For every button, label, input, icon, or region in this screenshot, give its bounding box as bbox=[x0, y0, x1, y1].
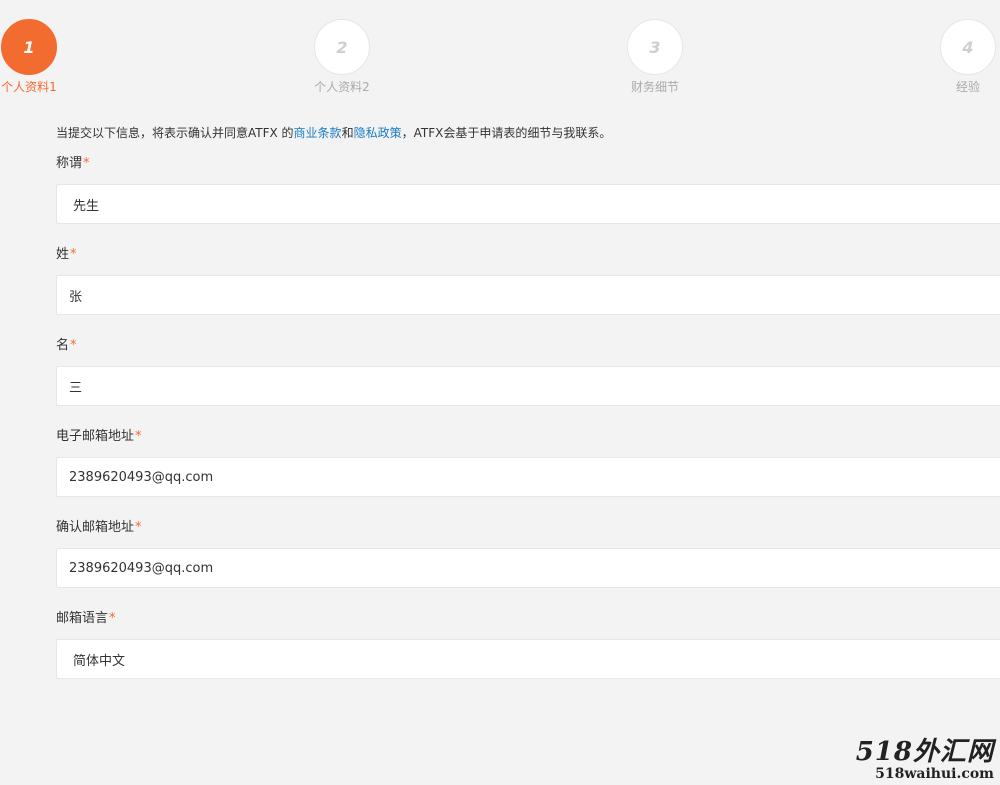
first-name-label: 名* bbox=[56, 337, 1000, 355]
required-marker: * bbox=[135, 520, 142, 535]
notice-suffix: ，ATFX会基于申请表的细节与我联系。 bbox=[401, 126, 612, 140]
step-4-circle: 4 bbox=[940, 19, 996, 75]
step-4[interactable]: 4 经验 bbox=[928, 19, 1000, 95]
last-name-field: 姓* 张 bbox=[56, 246, 1000, 315]
step-2[interactable]: 2 个人资料2 bbox=[302, 19, 382, 95]
email-language-select[interactable]: 简体中文 bbox=[56, 639, 1000, 679]
title-label-text: 称谓 bbox=[56, 156, 83, 171]
step-2-circle: 2 bbox=[314, 19, 370, 75]
email-label-text: 电子邮箱地址 bbox=[56, 429, 135, 444]
required-marker: * bbox=[135, 429, 142, 444]
required-marker: * bbox=[70, 338, 77, 353]
title-select[interactable]: 先生 bbox=[56, 184, 1000, 224]
privacy-link[interactable]: 隐私政策 bbox=[354, 126, 402, 140]
email-label: 电子邮箱地址* bbox=[56, 428, 1000, 446]
last-name-input[interactable]: 张 bbox=[56, 275, 1000, 315]
notice-conjunction: 和 bbox=[341, 126, 354, 140]
email-language-label: 邮箱语言* bbox=[56, 610, 1000, 628]
first-name-label-text: 名 bbox=[56, 338, 70, 353]
confirm-email-field: 确认邮箱地址* 2389620493@qq.com bbox=[56, 519, 1000, 588]
confirm-email-label: 确认邮箱地址* bbox=[56, 519, 1000, 537]
required-marker: * bbox=[109, 611, 116, 626]
step-4-label: 经验 bbox=[955, 80, 980, 94]
required-marker: * bbox=[70, 247, 77, 262]
required-marker: * bbox=[83, 156, 90, 171]
consent-notice: 当提交以下信息，将表示确认并同意ATFX 的商业条款和隐私政策，ATFX会基于申… bbox=[56, 124, 611, 141]
confirm-email-label-text: 确认邮箱地址 bbox=[56, 520, 135, 535]
notice-prefix: 当提交以下信息，将表示确认并同意ATFX 的 bbox=[56, 126, 294, 140]
last-name-label-text: 姓 bbox=[56, 247, 70, 262]
first-name-field: 名* 三 bbox=[56, 337, 1000, 406]
terms-link[interactable]: 商业条款 bbox=[294, 126, 342, 140]
watermark-logo-text: 518外汇网 bbox=[855, 737, 994, 767]
email-language-field: 邮箱语言* 简体中文 bbox=[56, 610, 1000, 679]
site-watermark: 518外汇网 518waihui.com bbox=[856, 739, 994, 781]
step-1-circle: 1 bbox=[1, 19, 57, 75]
step-3[interactable]: 3 财务细节 bbox=[615, 19, 695, 95]
progress-stepper: 1 个人资料1 2 个人资料2 3 财务细节 4 经验 bbox=[0, 0, 1000, 110]
email-input[interactable]: 2389620493@qq.com bbox=[56, 457, 1000, 497]
email-language-label-text: 邮箱语言 bbox=[56, 611, 109, 626]
step-2-label: 个人资料2 bbox=[314, 80, 370, 94]
title-field: 称谓* 先生 bbox=[56, 155, 1000, 224]
step-3-circle: 3 bbox=[627, 19, 683, 75]
watermark-url: 518waihui.com bbox=[875, 766, 994, 782]
last-name-label: 姓* bbox=[56, 246, 1000, 264]
confirm-email-input[interactable]: 2389620493@qq.com bbox=[56, 548, 1000, 588]
step-1-label: 个人资料1 bbox=[1, 80, 57, 94]
step-1[interactable]: 1 个人资料1 bbox=[0, 19, 69, 95]
step-3-label: 财务细节 bbox=[630, 80, 679, 94]
email-field: 电子邮箱地址* 2389620493@qq.com bbox=[56, 428, 1000, 497]
title-label: 称谓* bbox=[56, 155, 1000, 173]
first-name-input[interactable]: 三 bbox=[56, 366, 1000, 406]
